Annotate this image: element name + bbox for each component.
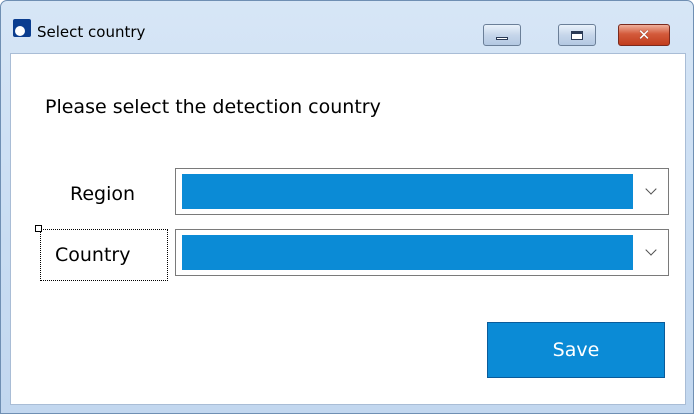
close-button[interactable]: ✕ <box>618 24 670 46</box>
maximize-button[interactable] <box>558 24 596 46</box>
chevron-down-icon <box>645 183 657 195</box>
country-selected-value <box>182 235 633 270</box>
country-label: Country <box>55 244 131 266</box>
minimize-button[interactable] <box>483 24 521 46</box>
region-dropdown[interactable] <box>175 168 669 215</box>
save-button[interactable]: Save <box>487 322 665 378</box>
region-label: Region <box>70 183 136 205</box>
country-dropdown[interactable] <box>175 229 669 276</box>
region-selected-value <box>182 174 633 209</box>
chevron-down-icon <box>645 244 657 256</box>
maximize-icon <box>571 30 583 40</box>
region-dropdown-arrow[interactable] <box>640 169 662 214</box>
minimize-icon <box>496 36 508 40</box>
app-logo-icon <box>13 19 31 37</box>
close-icon: ✕ <box>637 25 651 44</box>
instruction-text: Please select the detection country <box>45 96 381 118</box>
window-title: Select country <box>37 23 146 41</box>
selection-handle[interactable] <box>35 225 42 232</box>
country-dropdown-arrow[interactable] <box>640 230 662 275</box>
title-bar[interactable]: Select country ✕ <box>1 1 693 46</box>
